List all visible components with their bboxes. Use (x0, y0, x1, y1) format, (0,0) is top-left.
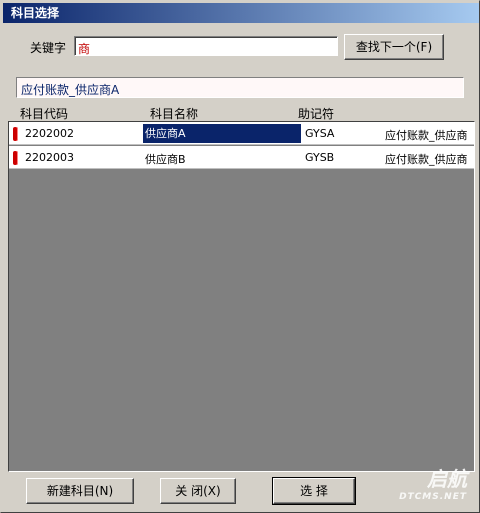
row-mnemonic: GYSB (305, 151, 335, 164)
row-name: 供应商B (145, 153, 186, 166)
row-flag-icon (13, 127, 18, 141)
keyword-label: 关键字 (30, 41, 67, 55)
new-subject-button[interactable]: 新建科目(N) (26, 478, 134, 504)
selected-path-value: 应付账款_供应商A (21, 83, 120, 97)
row-flag-icon (13, 151, 18, 165)
row-mnemonic: GYSA (305, 127, 335, 140)
watermark-logo: 启航 DTCMS.NET (399, 463, 467, 502)
row-code: 2202003 (25, 151, 74, 164)
table-row[interactable]: 2202003 供应商B GYSB 应付账款_供应商 (9, 146, 474, 169)
column-header-code[interactable]: 科目代码 (20, 105, 68, 122)
find-next-button[interactable]: 查找下一个(F) (344, 34, 444, 60)
row-code: 2202002 (25, 127, 74, 140)
row-full-name: 应付账款_供应商 (385, 153, 468, 166)
row-full-name: 应付账款_供应商 (385, 129, 468, 142)
column-header-name[interactable]: 科目名称 (150, 105, 198, 122)
row-name-selected[interactable]: 供应商A (143, 124, 301, 143)
keyword-input[interactable]: 商 (74, 36, 338, 56)
select-button[interactable]: 选 择 (272, 477, 356, 505)
column-header-mnemonic[interactable]: 助记符 (298, 105, 334, 122)
table-row[interactable]: 2202002 供应商A GYSA 应付账款_供应商 (9, 122, 474, 145)
subject-grid[interactable]: 2202002 供应商A GYSA 应付账款_供应商 2202003 供应商B … (8, 121, 475, 472)
watermark-url: DTCMS.NET (399, 492, 467, 502)
title-bar: 科目选择 (3, 3, 479, 23)
subject-select-dialog: 科目选择 关键字 商 查找下一个(F) 应付账款_供应商A 科目代码 科目名称 … (0, 0, 480, 513)
close-button[interactable]: 关 闭(X) (160, 478, 236, 504)
keyword-value: 商 (78, 42, 91, 56)
watermark-brand: 启航 (427, 467, 467, 491)
selected-path-field[interactable]: 应付账款_供应商A (16, 77, 464, 98)
